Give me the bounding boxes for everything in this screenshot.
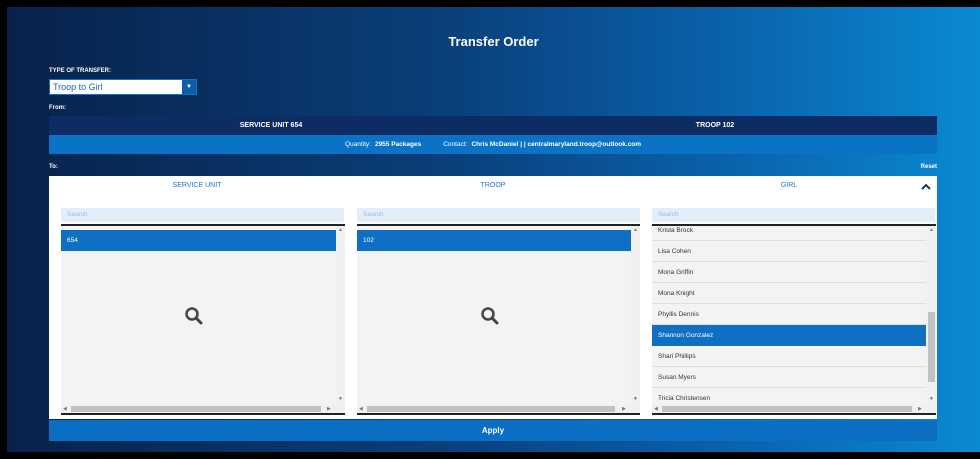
list-item[interactable]: Mona Griffin bbox=[652, 262, 926, 283]
dialog-title: Transfer Order bbox=[448, 34, 539, 49]
service-unit-list[interactable]: 654 ▲ ▼ ◀ ▶ bbox=[61, 224, 345, 415]
service-unit-header: SERVICE UNIT bbox=[172, 182, 222, 189]
list-item[interactable]: Shari Phillips bbox=[652, 346, 926, 367]
list-item[interactable]: Mona Knight bbox=[652, 283, 926, 304]
destination-panel: SERVICE UNIT TROOP GIRL 654 ▲ ▼ ◀ ▶ bbox=[49, 176, 937, 419]
from-service-unit: SERVICE UNIT 654 bbox=[239, 122, 303, 129]
troop-header: TROOP bbox=[480, 182, 506, 189]
girl-list[interactable]: Krista Brock Lisa Cohen Mona Griffin Mon… bbox=[652, 224, 936, 415]
transfer-order-dialog: Transfer Order TYPE OF TRANSFER: Troop t… bbox=[7, 7, 980, 452]
troop-list[interactable]: 102 ▲ ▼ ◀ ▶ bbox=[357, 224, 640, 415]
quantity-contact-bar: Quantity: 2955 Packages Contact: Chris M… bbox=[49, 135, 937, 154]
caret-down-icon[interactable]: ▼ bbox=[182, 80, 196, 94]
list-item[interactable]: 654 bbox=[61, 230, 336, 251]
contact-label: Contact: bbox=[443, 141, 468, 148]
apply-button[interactable]: Apply bbox=[49, 420, 937, 441]
reset-link[interactable]: Reset bbox=[905, 164, 937, 170]
girl-header: GIRL bbox=[780, 182, 798, 189]
troop-vertical-scrollbar[interactable]: ▲ ▼ bbox=[631, 226, 640, 405]
list-item[interactable]: Susan Myers bbox=[652, 367, 926, 388]
from-summary-bar: SERVICE UNIT 654 TROOP 102 bbox=[49, 116, 937, 135]
troop-search-input[interactable] bbox=[357, 208, 640, 222]
girl-vertical-scrollbar[interactable]: ▲ ▼ bbox=[927, 226, 936, 405]
girl-horizontal-scrollbar[interactable]: ◀ ▶ bbox=[652, 405, 936, 413]
list-item[interactable]: Phyllis Dennis bbox=[652, 304, 926, 325]
magnifier-icon bbox=[481, 307, 499, 325]
magnifier-icon bbox=[185, 307, 203, 325]
list-item[interactable]: Shannon Gonzalez bbox=[652, 325, 926, 346]
quantity-label: Quantity: bbox=[344, 141, 371, 148]
from-troop: TROOP 102 bbox=[695, 122, 735, 129]
transfer-type-select[interactable]: Troop to Girl ▼ bbox=[49, 79, 197, 95]
to-label: To: bbox=[49, 164, 58, 170]
contact-value: Chris McDaniel | | centralmaryland.troop… bbox=[471, 141, 642, 148]
service-unit-search-input[interactable] bbox=[61, 208, 344, 222]
list-item[interactable]: Krista Brock bbox=[652, 226, 926, 241]
chevron-up-icon[interactable] bbox=[920, 181, 932, 193]
transfer-type-value: Troop to Girl bbox=[53, 82, 103, 92]
list-item[interactable]: 102 bbox=[357, 230, 631, 251]
service-unit-horizontal-scrollbar[interactable]: ◀ ▶ bbox=[61, 405, 345, 413]
service-unit-vertical-scrollbar[interactable]: ▲ ▼ bbox=[336, 226, 345, 405]
list-item[interactable]: Lisa Cohen bbox=[652, 241, 926, 262]
troop-horizontal-scrollbar[interactable]: ◀ ▶ bbox=[357, 405, 640, 413]
from-label: From: bbox=[49, 105, 66, 111]
quantity-value: 2955 Packages bbox=[374, 141, 422, 148]
girl-search-input[interactable] bbox=[652, 208, 935, 222]
transfer-type-label: TYPE OF TRANSFER: bbox=[49, 68, 112, 74]
